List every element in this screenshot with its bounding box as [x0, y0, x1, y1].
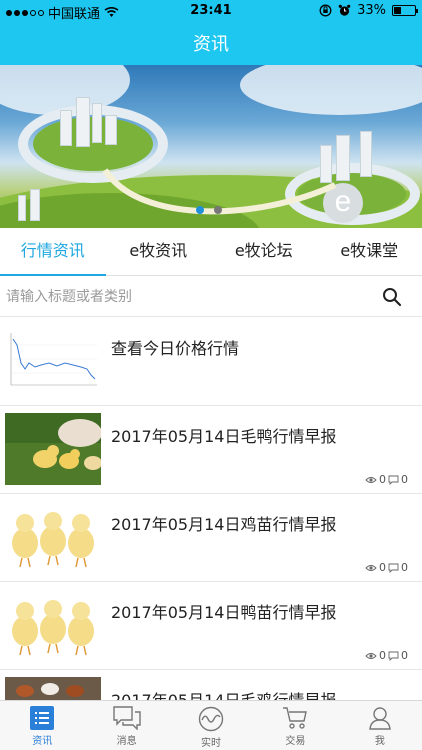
message-icon [112, 706, 141, 730]
cart-icon [283, 707, 308, 729]
eye-icon [365, 476, 377, 483]
pager-dot[interactable] [214, 206, 222, 214]
list-item[interactable]: 2017年05月14日毛鸭行情早报 0 0 [0, 406, 422, 494]
rotation-lock-icon [319, 4, 332, 17]
list-item-title: 2017年05月14日鸭苗行情早报 [111, 603, 337, 622]
battery-icon [392, 5, 418, 16]
item-stats: 0 0 [365, 649, 408, 662]
page-title: 资讯 [193, 34, 229, 55]
screen: 中国联通 23:41 33% 资讯 e 行情资讯 e牧资讯 e牧论坛 e牧课堂 … [0, 0, 422, 750]
item-stats: 0 0 [365, 561, 408, 574]
list-item-title: 查看今日价格行情 [111, 339, 240, 358]
item-stats: 0 0 [365, 473, 408, 486]
tab-emu-classroom[interactable]: e牧课堂 [317, 228, 422, 275]
view-count: 0 [379, 649, 386, 662]
carousel-pager[interactable] [196, 206, 222, 214]
tabbar-label: 消息 [116, 736, 137, 747]
list-item[interactable]: 查看今日价格行情 [0, 318, 422, 406]
tabbar-label: 实时 [201, 738, 222, 749]
top-bar: 中国联通 23:41 33% 资讯 [0, 0, 422, 65]
tab-market-news[interactable]: 行情资讯 [0, 228, 106, 276]
eye-icon [365, 564, 377, 571]
person-icon [369, 707, 391, 730]
comment-count: 0 [401, 649, 408, 662]
banner-carousel[interactable]: e [0, 65, 422, 228]
view-count: 0 [379, 561, 386, 574]
tabbar-label: 我 [374, 736, 385, 747]
comment-icon [388, 651, 399, 661]
tabbar-item-trade[interactable]: 交易 [253, 701, 337, 750]
view-count: 0 [379, 473, 386, 486]
banner-road [102, 168, 337, 215]
tabbar-label: 交易 [285, 736, 306, 747]
list-item[interactable]: 2017年05月14日鸡苗行情早报 0 0 [0, 494, 422, 582]
status-right: 33% [319, 3, 418, 18]
pager-dot[interactable] [196, 206, 204, 214]
alarm-icon [338, 4, 351, 16]
tabbar-item-realtime[interactable]: 实时 [169, 701, 253, 750]
tab-emu-news[interactable]: e牧资讯 [106, 228, 212, 275]
comment-icon [388, 563, 399, 573]
tabbar-item-messages[interactable]: 消息 [84, 701, 168, 750]
bottom-tab-bar: 资讯 消息 实时 交易 我 [0, 700, 422, 750]
status-bar: 中国联通 23:41 33% [0, 0, 422, 22]
search-input[interactable] [6, 283, 376, 311]
chicks-thumbnail [5, 501, 101, 573]
category-tabs: 行情资讯 e牧资讯 e牧论坛 e牧课堂 [0, 228, 422, 276]
news-list: 查看今日价格行情 2017年05月14日毛鸭行情早报 0 0 2017年05月1… [0, 318, 422, 750]
list-item-title: 2017年05月14日毛鸭行情早报 [111, 427, 337, 446]
search-icon[interactable] [382, 287, 402, 307]
tabbar-item-me[interactable]: 我 [338, 701, 422, 750]
chicks-thumbnail [5, 589, 101, 661]
comment-count: 0 [401, 473, 408, 486]
tab-emu-forum[interactable]: e牧论坛 [211, 228, 317, 275]
battery-percent: 33% [357, 3, 386, 18]
list-item[interactable]: 2017年05月14日鸭苗行情早报 0 0 [0, 582, 422, 670]
ducklings-thumbnail [5, 413, 101, 485]
price-chart-thumbnail [5, 325, 101, 397]
list-item-title: 2017年05月14日鸡苗行情早报 [111, 515, 337, 534]
wave-icon [198, 706, 224, 732]
tabbar-item-news[interactable]: 资讯 [0, 701, 84, 750]
comment-icon [388, 475, 399, 485]
search-bar [0, 277, 422, 317]
eye-icon [365, 652, 377, 659]
comment-count: 0 [401, 561, 408, 574]
list-icon [30, 706, 55, 730]
tabbar-label: 资讯 [32, 736, 53, 747]
